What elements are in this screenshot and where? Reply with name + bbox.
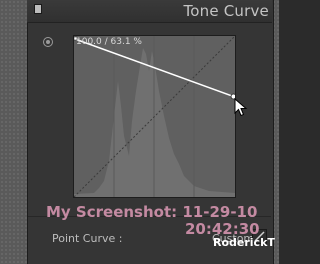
curve-readout: 100.0 / 63.1 % — [76, 37, 142, 47]
target-adjust-icon[interactable] — [43, 37, 53, 47]
watermark-author: RoderickT — [213, 236, 275, 249]
square-toggle-icon[interactable] — [34, 4, 42, 14]
watermark-line1: My Screenshot: 11-29-10 — [46, 203, 258, 221]
background-strip-left — [0, 0, 27, 264]
panel-title: Tone Curve — [183, 2, 269, 20]
point-curve-label: Point Curve : — [52, 232, 123, 245]
tone-curve-graph[interactable] — [73, 35, 236, 198]
curve-svg — [74, 36, 235, 197]
arrow-cursor-icon — [234, 98, 248, 117]
